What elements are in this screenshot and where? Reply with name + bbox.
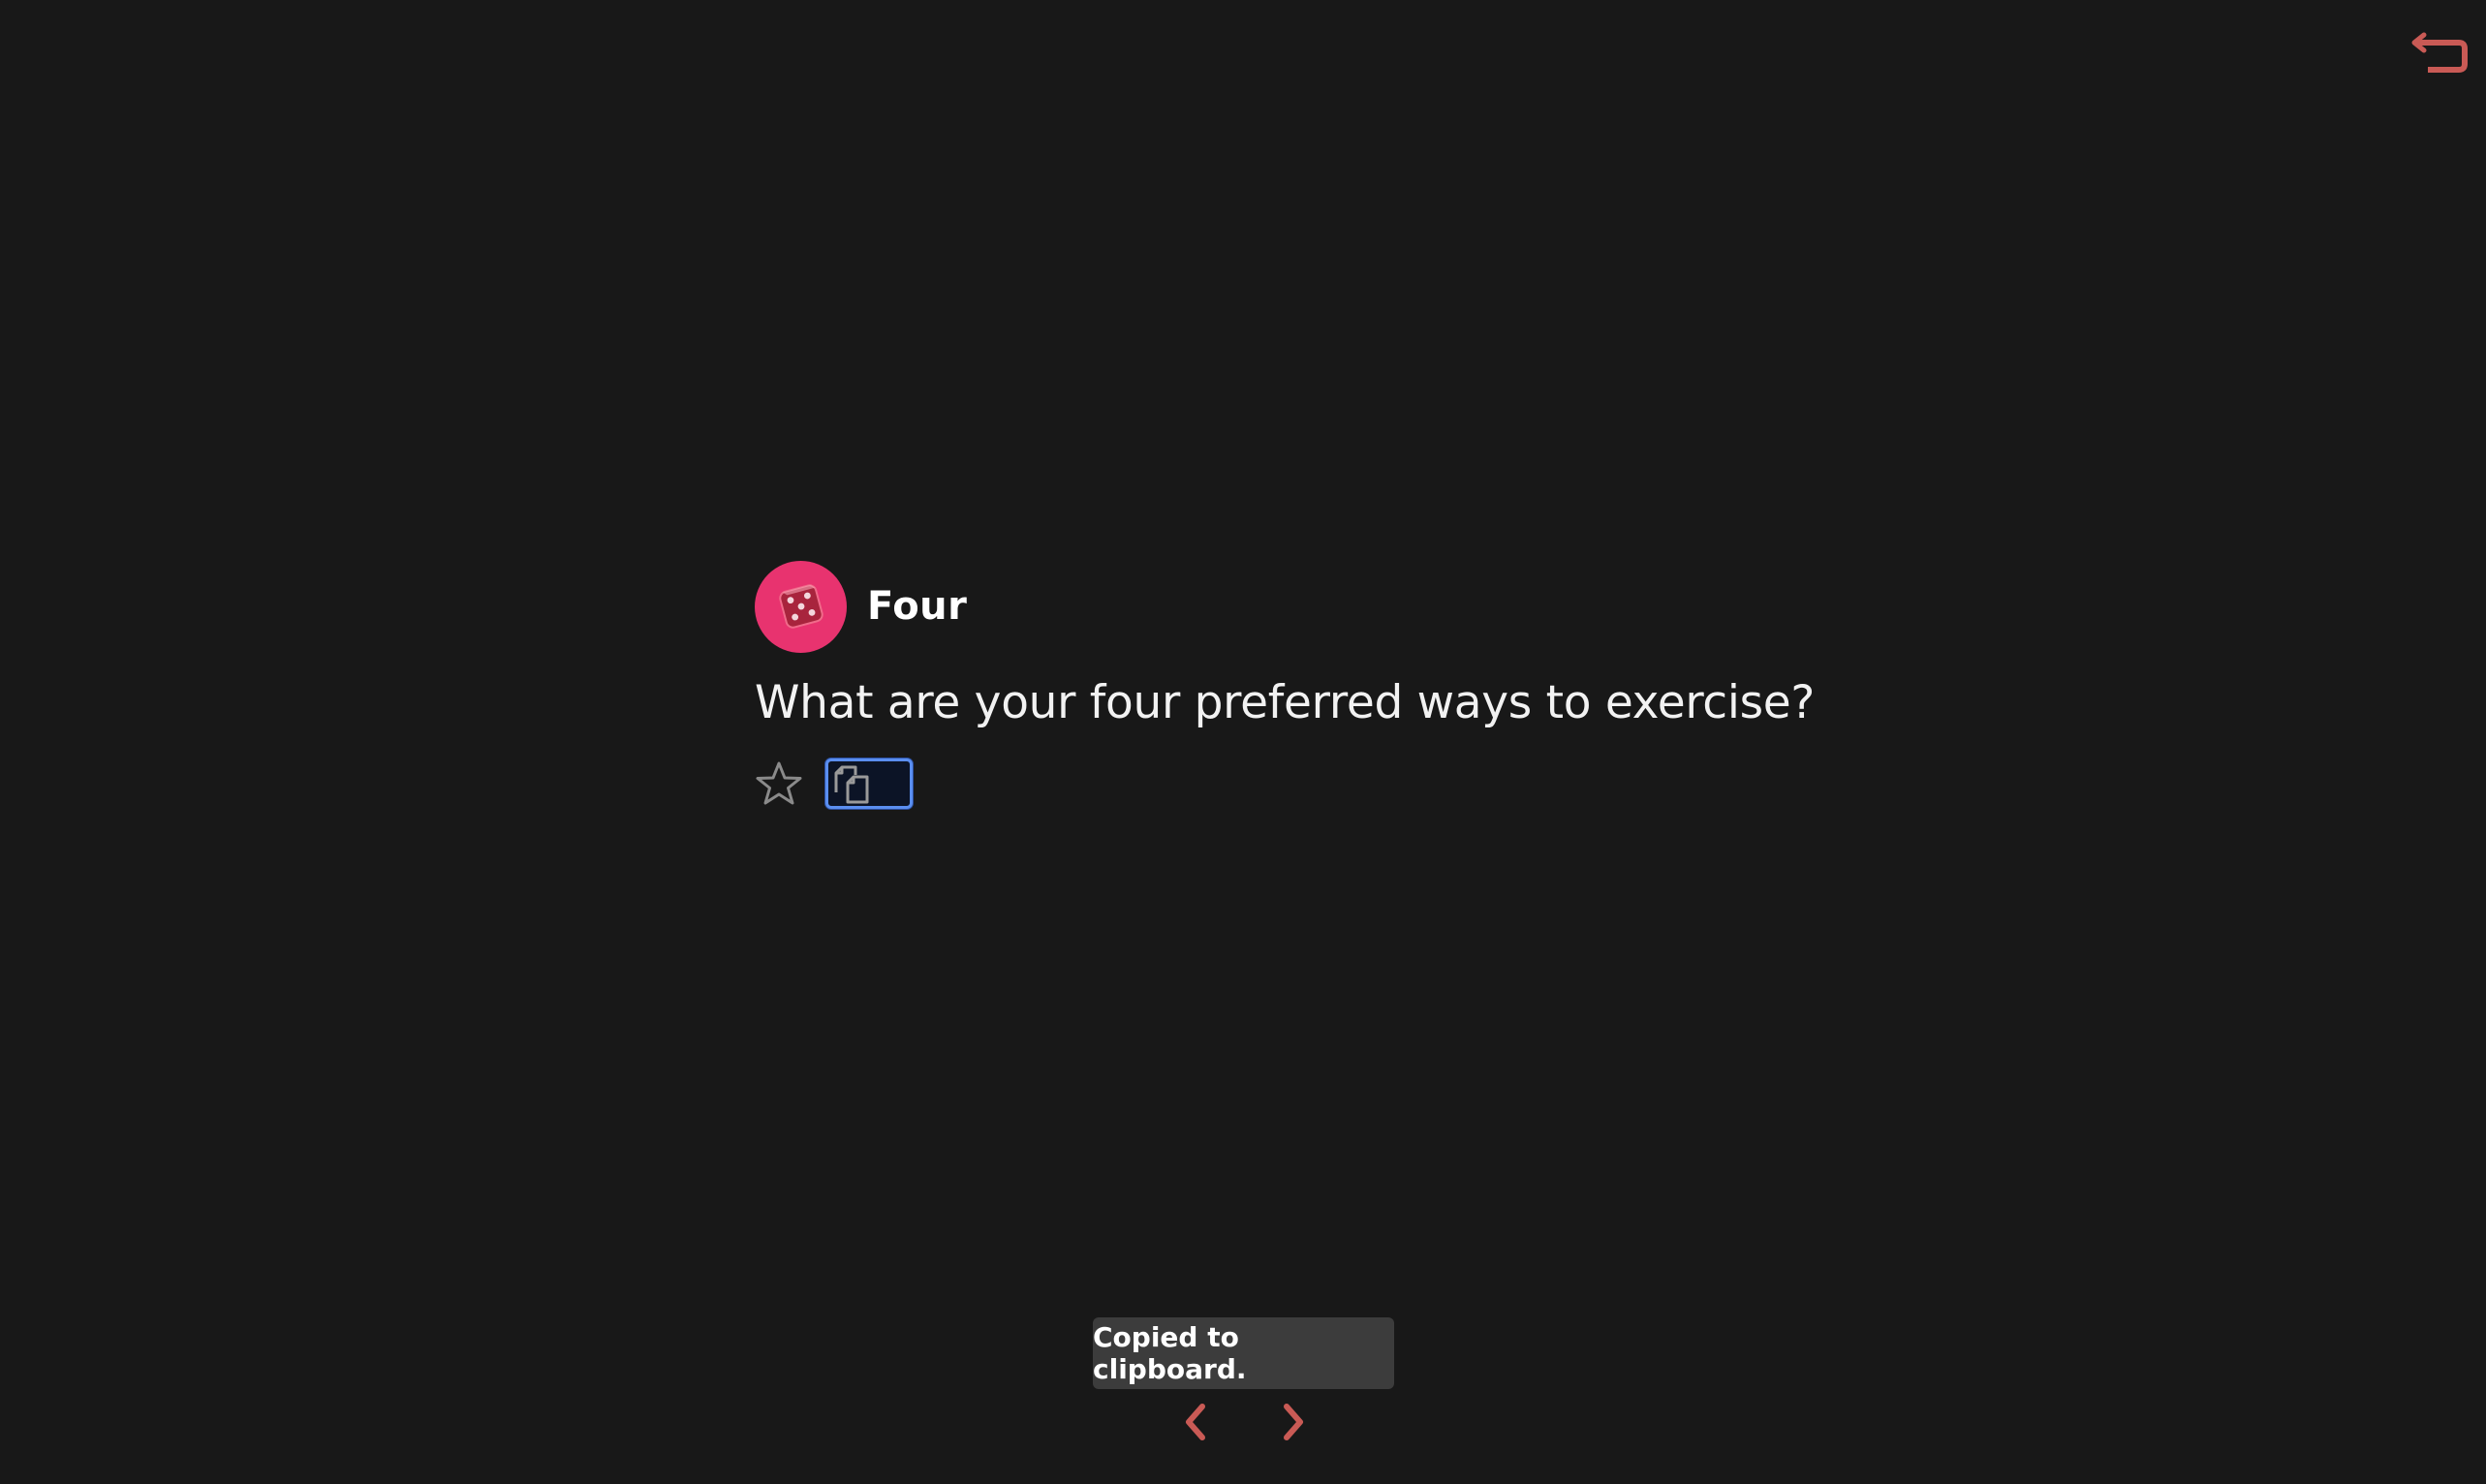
question-card: Four What are your four preferred ways t… [755, 560, 1820, 810]
dice-icon [778, 584, 823, 629]
toast-notification: Copied to clipboard. [1093, 1317, 1394, 1389]
page: Four What are your four preferred ways t… [0, 0, 2486, 1484]
next-button[interactable] [1265, 1395, 1323, 1449]
favorite-button[interactable] [755, 759, 803, 808]
star-outline-icon [756, 761, 802, 805]
chevron-right-icon [1284, 1404, 1303, 1440]
card-header: Four [755, 560, 1820, 653]
back-button[interactable] [2410, 27, 2469, 76]
card-actions [755, 757, 1820, 810]
previous-button[interactable] [1165, 1395, 1224, 1449]
copy-button[interactable] [825, 758, 913, 809]
category-avatar [755, 560, 847, 653]
chevron-left-icon [1186, 1404, 1205, 1440]
copy-icon [834, 765, 869, 804]
return-arrow-icon [2411, 32, 2468, 73]
category-title: Four [867, 584, 968, 629]
question-text: What are your four preferred ways to exe… [755, 676, 1816, 729]
